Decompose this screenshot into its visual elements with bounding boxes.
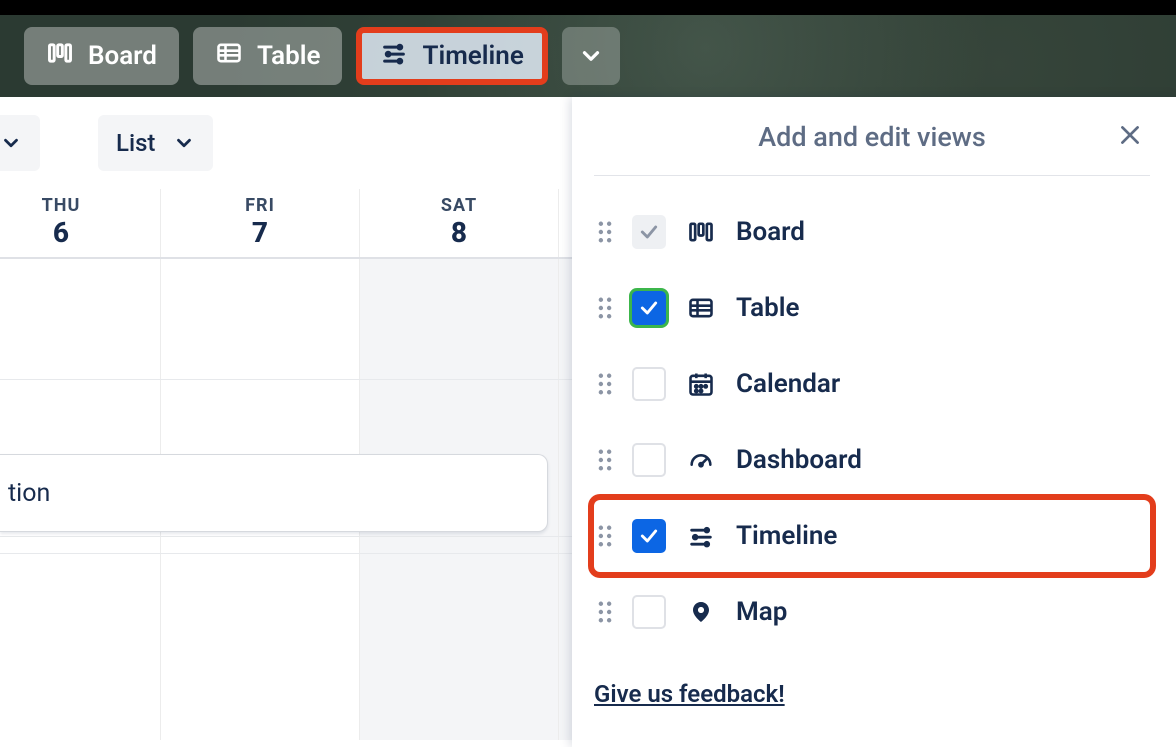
checkbox[interactable]	[632, 595, 666, 629]
day-column-header: SAT 8	[360, 189, 559, 257]
panel-title: Add and edit views	[758, 121, 985, 153]
tab-label: Board	[88, 41, 157, 71]
event-title-partial: tion	[8, 479, 50, 508]
list-filter-label: List	[116, 129, 155, 157]
table-icon	[215, 39, 243, 74]
drag-handle-icon[interactable]	[596, 525, 614, 547]
tab-label: Timeline	[422, 41, 523, 71]
board-icon	[684, 218, 718, 246]
drag-handle-icon[interactable]	[596, 221, 614, 243]
table-icon	[684, 294, 718, 322]
view-option-board[interactable]: Board	[594, 196, 1150, 268]
drag-handle-icon[interactable]	[596, 449, 614, 471]
feedback-link[interactable]: Give us feedback!	[594, 680, 785, 708]
view-tabs: Board Table Timeline	[0, 15, 1176, 97]
view-label: Map	[736, 597, 787, 627]
view-option-calendar[interactable]: Calendar	[594, 348, 1150, 420]
tab-table[interactable]: Table	[193, 27, 343, 85]
day-column-header: THU 6	[0, 189, 161, 257]
list-filter-button[interactable]: List	[98, 115, 213, 171]
view-option-dashboard[interactable]: Dashboard	[594, 424, 1150, 496]
view-option-map[interactable]: Map	[594, 576, 1150, 648]
check-icon	[639, 222, 659, 242]
checkbox[interactable]	[632, 443, 666, 477]
close-button[interactable]	[1114, 119, 1146, 151]
check-icon	[639, 298, 659, 318]
chevron-down-icon	[0, 132, 22, 154]
views-list: Board Table Calendar	[594, 196, 1150, 648]
timeline-icon	[684, 522, 718, 550]
dashboard-icon	[684, 446, 718, 474]
checkbox[interactable]	[632, 519, 666, 553]
view-label: Dashboard	[736, 445, 862, 475]
tab-label: Table	[257, 41, 321, 71]
view-label: Board	[736, 217, 805, 247]
more-views-button[interactable]	[562, 27, 620, 85]
view-label: Timeline	[736, 521, 837, 551]
toolbar-left-partial[interactable]	[0, 115, 40, 171]
drag-handle-icon[interactable]	[596, 297, 614, 319]
view-label: Calendar	[736, 369, 840, 399]
calendar-icon	[684, 370, 718, 398]
view-option-timeline[interactable]: Timeline	[594, 500, 1150, 572]
tab-board[interactable]: Board	[24, 27, 179, 85]
checkbox[interactable]	[632, 215, 666, 249]
edit-views-panel: Add and edit views Board	[572, 97, 1176, 747]
drag-handle-icon[interactable]	[596, 601, 614, 623]
day-column-header: FRI 7	[161, 189, 360, 257]
view-option-table[interactable]: Table	[594, 272, 1150, 344]
board-icon	[46, 39, 74, 74]
map-pin-icon	[684, 598, 718, 626]
timeline-icon	[380, 39, 408, 74]
timeline-event-card[interactable]: tion	[0, 454, 548, 532]
chevron-down-icon	[578, 43, 604, 69]
chevron-down-icon	[173, 132, 195, 154]
checkbox[interactable]	[632, 291, 666, 325]
view-label: Table	[736, 293, 800, 323]
close-icon	[1117, 122, 1143, 148]
drag-handle-icon[interactable]	[596, 373, 614, 395]
tab-timeline[interactable]: Timeline	[356, 27, 547, 85]
checkbox[interactable]	[632, 367, 666, 401]
check-icon	[639, 526, 659, 546]
